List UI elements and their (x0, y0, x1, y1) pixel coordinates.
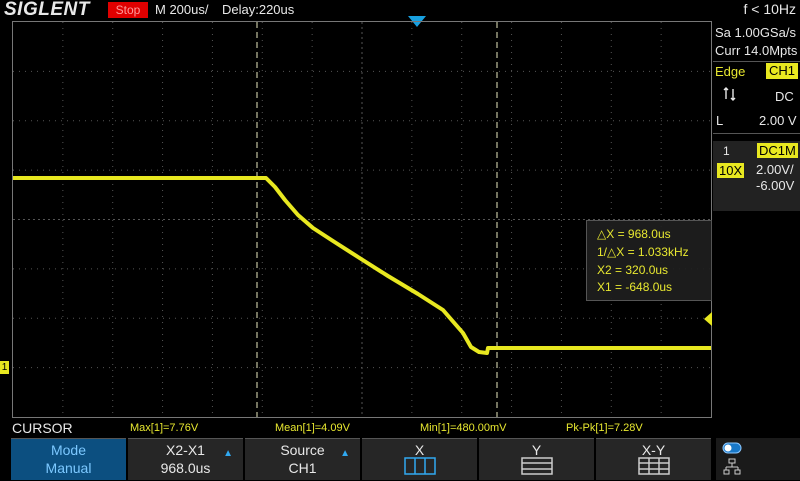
trigger-level-label: L (716, 113, 724, 128)
y-type-label: Y (531, 442, 542, 458)
status-bar: SIGLENT Stop M 200us/ Delay:220us f < 10… (0, 0, 800, 20)
run-stop-indicator[interactable]: Stop (108, 2, 148, 18)
trigger-type[interactable]: Edge (715, 64, 745, 79)
memory-depth: Curr 14.0Mpts (715, 43, 798, 58)
volts-per-div: 2.00V/ (756, 162, 794, 177)
timebase-readout: M 200us/ (155, 2, 209, 17)
brand-logo: SIGLENT (4, 0, 90, 20)
max-measurement: Max[1]=7.76V (130, 422, 199, 434)
mode-value: Manual (45, 460, 92, 476)
mean-measurement: Mean[1]=4.09V (275, 422, 350, 434)
mode-label: Mode (50, 442, 87, 458)
xy-type-label: X-Y (641, 442, 666, 458)
rise-fall-icon (723, 87, 737, 104)
channel-coupling-badge: DC1M (757, 143, 798, 158)
x2-readout: X2 = 320.0us (597, 263, 669, 277)
inverse-delta-x-readout: 1/△X = 1.033kHz (597, 245, 689, 259)
source-softkey[interactable]: Source CH1 ▲ (245, 438, 360, 480)
adjust-icon: ▲ (340, 448, 350, 459)
cursor-readout-panel: △X = 968.0us 1/△X = 1.033kHz X2 = 320.0u… (586, 220, 712, 301)
x1-readout: X1 = -648.0us (597, 280, 673, 294)
source-value: CH1 (288, 460, 317, 476)
adjust-icon: ▲ (223, 448, 233, 459)
delay-readout: Delay:220us (222, 2, 295, 17)
channel-number: 1 (723, 144, 730, 158)
channel-offset: -6.00V (756, 178, 795, 193)
measurement-bar: CURSOR Max[1]=7.76V Mean[1]=4.09V Min[1]… (0, 419, 800, 437)
x-type-label: X (414, 442, 425, 458)
toggle-icon[interactable] (722, 441, 742, 459)
delta-x-readout: △X = 968.0us (597, 227, 671, 241)
y-cursor-type-softkey[interactable]: Y (479, 438, 594, 480)
x-cursor-type-softkey[interactable]: X (362, 438, 477, 480)
y-cursor-icon (521, 457, 553, 480)
trigger-source-badge[interactable]: CH1 (766, 63, 799, 79)
softkey-menu: Mode Manual X2-X1 968.0us ▲ Source CH1 ▲… (0, 438, 800, 480)
cursor-select-softkey[interactable]: X2-X1 968.0us ▲ (128, 438, 243, 480)
trigger-level-value: 2.00 V (759, 113, 797, 128)
sample-rate: Sa 1.00GSa/s (715, 25, 796, 40)
xy-cursor-icon (638, 457, 670, 480)
min-measurement: Min[1]=480.00mV (420, 422, 507, 434)
frequency-readout: f < 10Hz (743, 1, 796, 17)
x-cursor-icon (404, 457, 436, 480)
trigger-coupling: DC (775, 89, 794, 104)
ch1-ground-marker[interactable]: 1 (0, 361, 9, 374)
trigger-level-marker[interactable] (704, 312, 712, 326)
probe-ratio-badge: 10X (717, 163, 745, 178)
menu-title: CURSOR (12, 420, 73, 436)
network-icon (723, 458, 741, 481)
cursor-select-value: 968.0us (160, 460, 211, 476)
channel-1-info[interactable]: 1 DC1M 10X 2.00V/ -6.00V (713, 141, 800, 211)
xy-cursor-type-softkey[interactable]: X-Y (596, 438, 711, 480)
pkpk-measurement: Pk-Pk[1]=7.28V (566, 422, 643, 434)
mode-softkey[interactable]: Mode Manual (11, 438, 126, 480)
utility-status-area (716, 438, 800, 480)
info-panel: Sa 1.00GSa/s Curr 14.0Mpts Edge CH1 DC L… (713, 21, 800, 419)
